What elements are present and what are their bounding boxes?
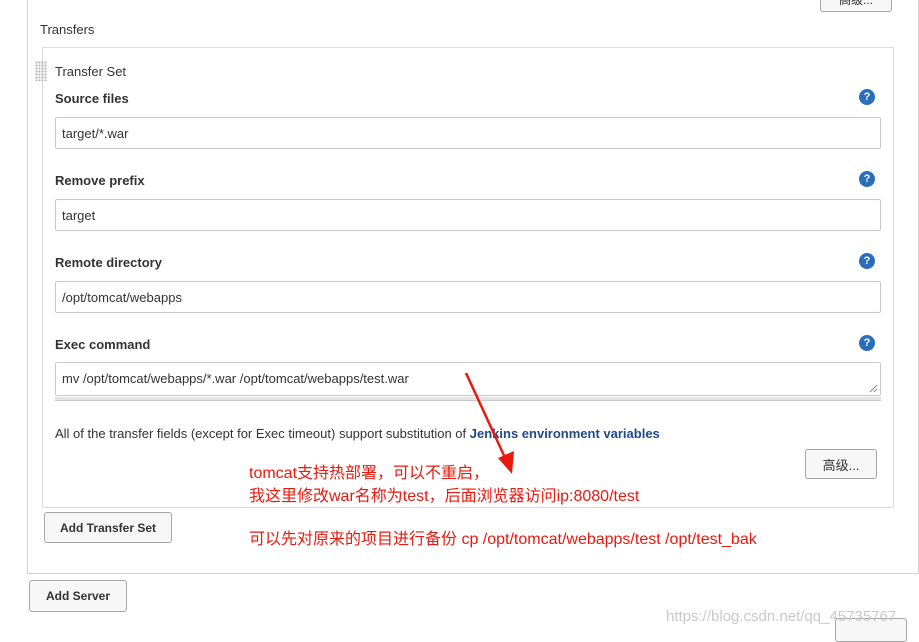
- source-files-label: Source files: [55, 91, 129, 106]
- transfer-set-title: Transfer Set: [55, 64, 127, 79]
- source-files-input[interactable]: [55, 117, 881, 149]
- transfers-title: Transfers: [40, 22, 95, 37]
- jenkins-env-vars-link[interactable]: Jenkins environment variables: [470, 426, 660, 441]
- advanced-button-top[interactable]: 高级...: [820, 0, 892, 12]
- textarea-expand-bar[interactable]: [55, 397, 881, 401]
- resize-handle-icon[interactable]: [868, 383, 878, 393]
- advanced-button[interactable]: 高级...: [805, 449, 877, 479]
- watermark: https://blog.csdn.net/qq_45735767: [666, 608, 897, 625]
- annotation-line-1: tomcat支持热部署，可以不重启，: [249, 465, 490, 482]
- remove-prefix-label: Remove prefix: [55, 173, 145, 188]
- exec-command-textarea[interactable]: mv /opt/tomcat/webapps/*.war /opt/tomcat…: [55, 362, 881, 396]
- substitution-info-text: All of the transfer fields (except for E…: [55, 426, 467, 441]
- remove-prefix-help-icon[interactable]: ?: [859, 171, 875, 187]
- add-transfer-set-button[interactable]: Add Transfer Set: [44, 512, 172, 543]
- add-server-button[interactable]: Add Server: [29, 580, 127, 612]
- remove-prefix-input[interactable]: [55, 199, 881, 231]
- remote-directory-input[interactable]: [55, 281, 881, 313]
- source-files-help-icon[interactable]: ?: [859, 89, 875, 105]
- exec-command-label: Exec command: [55, 337, 151, 352]
- exec-command-help-icon[interactable]: ?: [859, 335, 875, 351]
- annotation-line-2: 我这里修改war名称为test，后面浏览器访问ip:8080/test: [249, 488, 640, 505]
- remote-directory-help-icon[interactable]: ?: [859, 253, 875, 269]
- drag-handle-icon[interactable]: [35, 61, 47, 81]
- remote-directory-label: Remote directory: [55, 255, 162, 270]
- annotation-line-3: 可以先对原来的项目进行备份 cp /opt/tomcat/webapps/tes…: [249, 531, 757, 548]
- substitution-info: All of the transfer fields (except for E…: [55, 426, 660, 441]
